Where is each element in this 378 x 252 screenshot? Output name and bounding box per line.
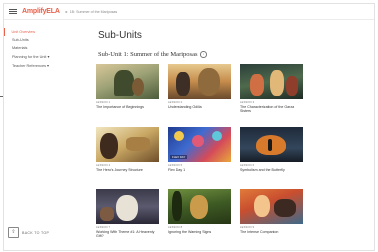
lesson-title[interactable]: Understanding Odilia: [168, 105, 231, 109]
back-to-top-label: BACK TO TOP: [22, 230, 50, 235]
amplify-logo[interactable]: AmplifyELA: [22, 8, 60, 15]
lesson-card-1[interactable]: LESSON 1 The Importance of Beginnings: [96, 64, 159, 109]
info-icon[interactable]: i: [200, 51, 207, 58]
lesson-thumbnail: [240, 189, 303, 224]
lesson-title[interactable]: The Characterization of the Garza Sister…: [240, 105, 303, 114]
scroll-fade: [92, 242, 374, 250]
lesson-card-8[interactable]: LESSON 8 Ignoring the Warning Signs: [168, 189, 231, 234]
flex-day-badge: FLEX DAY: [170, 155, 188, 159]
subunit-title-text: Sub-Unit 1: Summer of the Mariposas: [98, 51, 198, 58]
lesson-thumbnail: [240, 64, 303, 99]
sidebar-item-teacher-references[interactable]: Teacher References ▾: [4, 61, 70, 70]
back-to-top-button[interactable]: ⇧ BACK TO TOP: [8, 227, 49, 238]
lesson-title[interactable]: Flex Day 1: [168, 168, 231, 172]
lesson-card-4[interactable]: LESSON 4 The Hero's Journey Structure: [96, 127, 159, 172]
lesson-card-7[interactable]: LESSON 7 Working With Theme #1: A Heaven…: [96, 189, 159, 238]
app-window: AmplifyELA ▸ 1B: Summer of the Mariposas…: [4, 4, 374, 250]
lesson-title[interactable]: The Importance of Beginnings: [96, 105, 159, 109]
lesson-title[interactable]: The Hero's Journey Structure: [96, 168, 159, 172]
lesson-thumbnail: [96, 189, 159, 224]
lesson-title[interactable]: Working With Theme #1: A Heavenly Gift?: [96, 230, 159, 239]
subunit-title: Sub-Unit 1: Summer of the Mariposas i: [98, 51, 207, 58]
breadcrumb-unit[interactable]: 1B: Summer of the Mariposas: [70, 10, 118, 14]
lesson-card-2[interactable]: LESSON 2 Understanding Odilia: [168, 64, 231, 109]
lesson-thumbnail: [168, 189, 231, 224]
lesson-thumbnail: [240, 127, 303, 162]
sidebar: Unit Overview Sub-Units Materials Planni…: [4, 20, 70, 250]
lesson-thumbnail: [96, 64, 159, 99]
sidebar-item-unit-overview[interactable]: Unit Overview: [4, 28, 70, 36]
breadcrumb: ▸ 1B: Summer of the Mariposas: [66, 9, 118, 14]
page-title: Sub-Units: [98, 30, 142, 41]
arrow-up-icon: ⇧: [8, 227, 19, 238]
lesson-card-5[interactable]: FLEX DAY LESSON 5 Flex Day 1: [168, 127, 231, 172]
lesson-thumbnail: [96, 127, 159, 162]
lesson-card-9[interactable]: LESSON 9 The Intense Companion: [240, 189, 303, 234]
lesson-title[interactable]: Ignoring the Warning Signs: [168, 230, 231, 234]
menu-icon[interactable]: [9, 9, 17, 14]
lesson-thumbnail: FLEX DAY: [168, 127, 231, 162]
lesson-card-6[interactable]: LESSON 6 Symbolism and the Butterfly: [240, 127, 303, 172]
main-content: Sub-Units Sub-Unit 1: Summer of the Mari…: [92, 22, 374, 250]
sidebar-item-materials[interactable]: Materials: [4, 44, 70, 52]
lesson-title[interactable]: The Intense Companion: [240, 230, 303, 234]
sidebar-item-planning[interactable]: Planning for the Unit ▾: [4, 52, 70, 61]
lesson-title[interactable]: Symbolism and the Butterfly: [240, 168, 303, 172]
sidebar-item-sub-units[interactable]: Sub-Units: [4, 36, 70, 44]
top-bar: AmplifyELA ▸ 1B: Summer of the Mariposas: [4, 4, 374, 20]
lesson-card-3[interactable]: LESSON 3 The Characterization of the Gar…: [240, 64, 303, 113]
lesson-thumbnail: [168, 64, 231, 99]
breadcrumb-separator-icon: ▸: [65, 9, 68, 14]
